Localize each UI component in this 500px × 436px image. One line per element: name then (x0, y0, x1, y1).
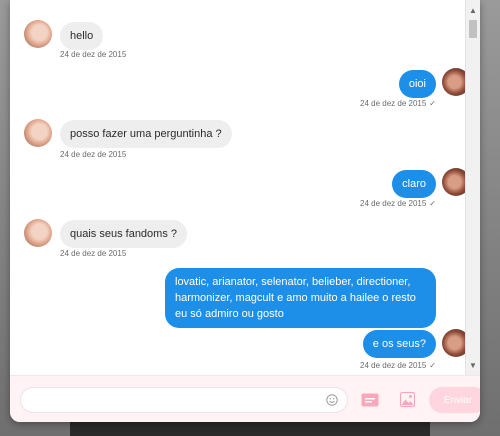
message-input[interactable] (20, 387, 348, 413)
timestamp-text: 24 de dez de 2015 (360, 361, 427, 370)
read-check-icon: ✓ (429, 361, 436, 370)
scrollbar-thumb[interactable] (469, 20, 477, 38)
timestamp-text: 24 de dez de 2015 (360, 99, 427, 108)
message-bubble: quais seus fandoms ? (60, 220, 188, 248)
read-check-icon: ✓ (429, 199, 436, 208)
message-timestamp: 24 de dez de 2015 ✓ (360, 99, 436, 108)
smiley-icon[interactable] (326, 394, 338, 406)
scroll-up-arrow-icon[interactable]: ▲ (466, 4, 480, 18)
message-bubble: e os seus? (362, 330, 436, 358)
direct-message-dialog: hello 24 de dez de 2015 oioi 24 de dez d… (10, 0, 480, 422)
message-thread[interactable]: hello 24 de dez de 2015 oioi 24 de dez d… (10, 0, 480, 375)
gif-icon[interactable] (361, 393, 379, 407)
contact-avatar[interactable] (24, 119, 52, 147)
timestamp-text: 24 de dez de 2015 (360, 199, 427, 208)
message-timestamp: 24 de dez de 2015 ✓ (360, 361, 436, 370)
read-check-icon: ✓ (429, 99, 436, 108)
message-composer: Enviar (10, 375, 480, 422)
send-button[interactable]: Enviar (429, 387, 480, 413)
contact-avatar[interactable] (24, 219, 52, 247)
message-bubble: claro (392, 170, 436, 198)
scroll-down-arrow-icon[interactable]: ▼ (466, 359, 480, 373)
message-bubble: hello (60, 22, 104, 50)
message-timestamp: 24 de dez de 2015 (60, 50, 127, 59)
message-timestamp: 24 de dez de 2015 (60, 249, 127, 258)
message-bubble: oioi (398, 70, 436, 98)
contact-avatar[interactable] (24, 20, 52, 48)
message-bubble: lovatic, arianator, selenator, belieber,… (165, 268, 436, 328)
background-image-strip (70, 420, 430, 436)
message-bubble: posso fazer uma perguntinha ? (60, 120, 232, 148)
image-icon[interactable] (400, 392, 415, 407)
message-timestamp: 24 de dez de 2015 ✓ (360, 199, 436, 208)
message-timestamp: 24 de dez de 2015 (60, 150, 127, 159)
thread-scrollbar[interactable]: ▲ ▼ (465, 0, 480, 375)
